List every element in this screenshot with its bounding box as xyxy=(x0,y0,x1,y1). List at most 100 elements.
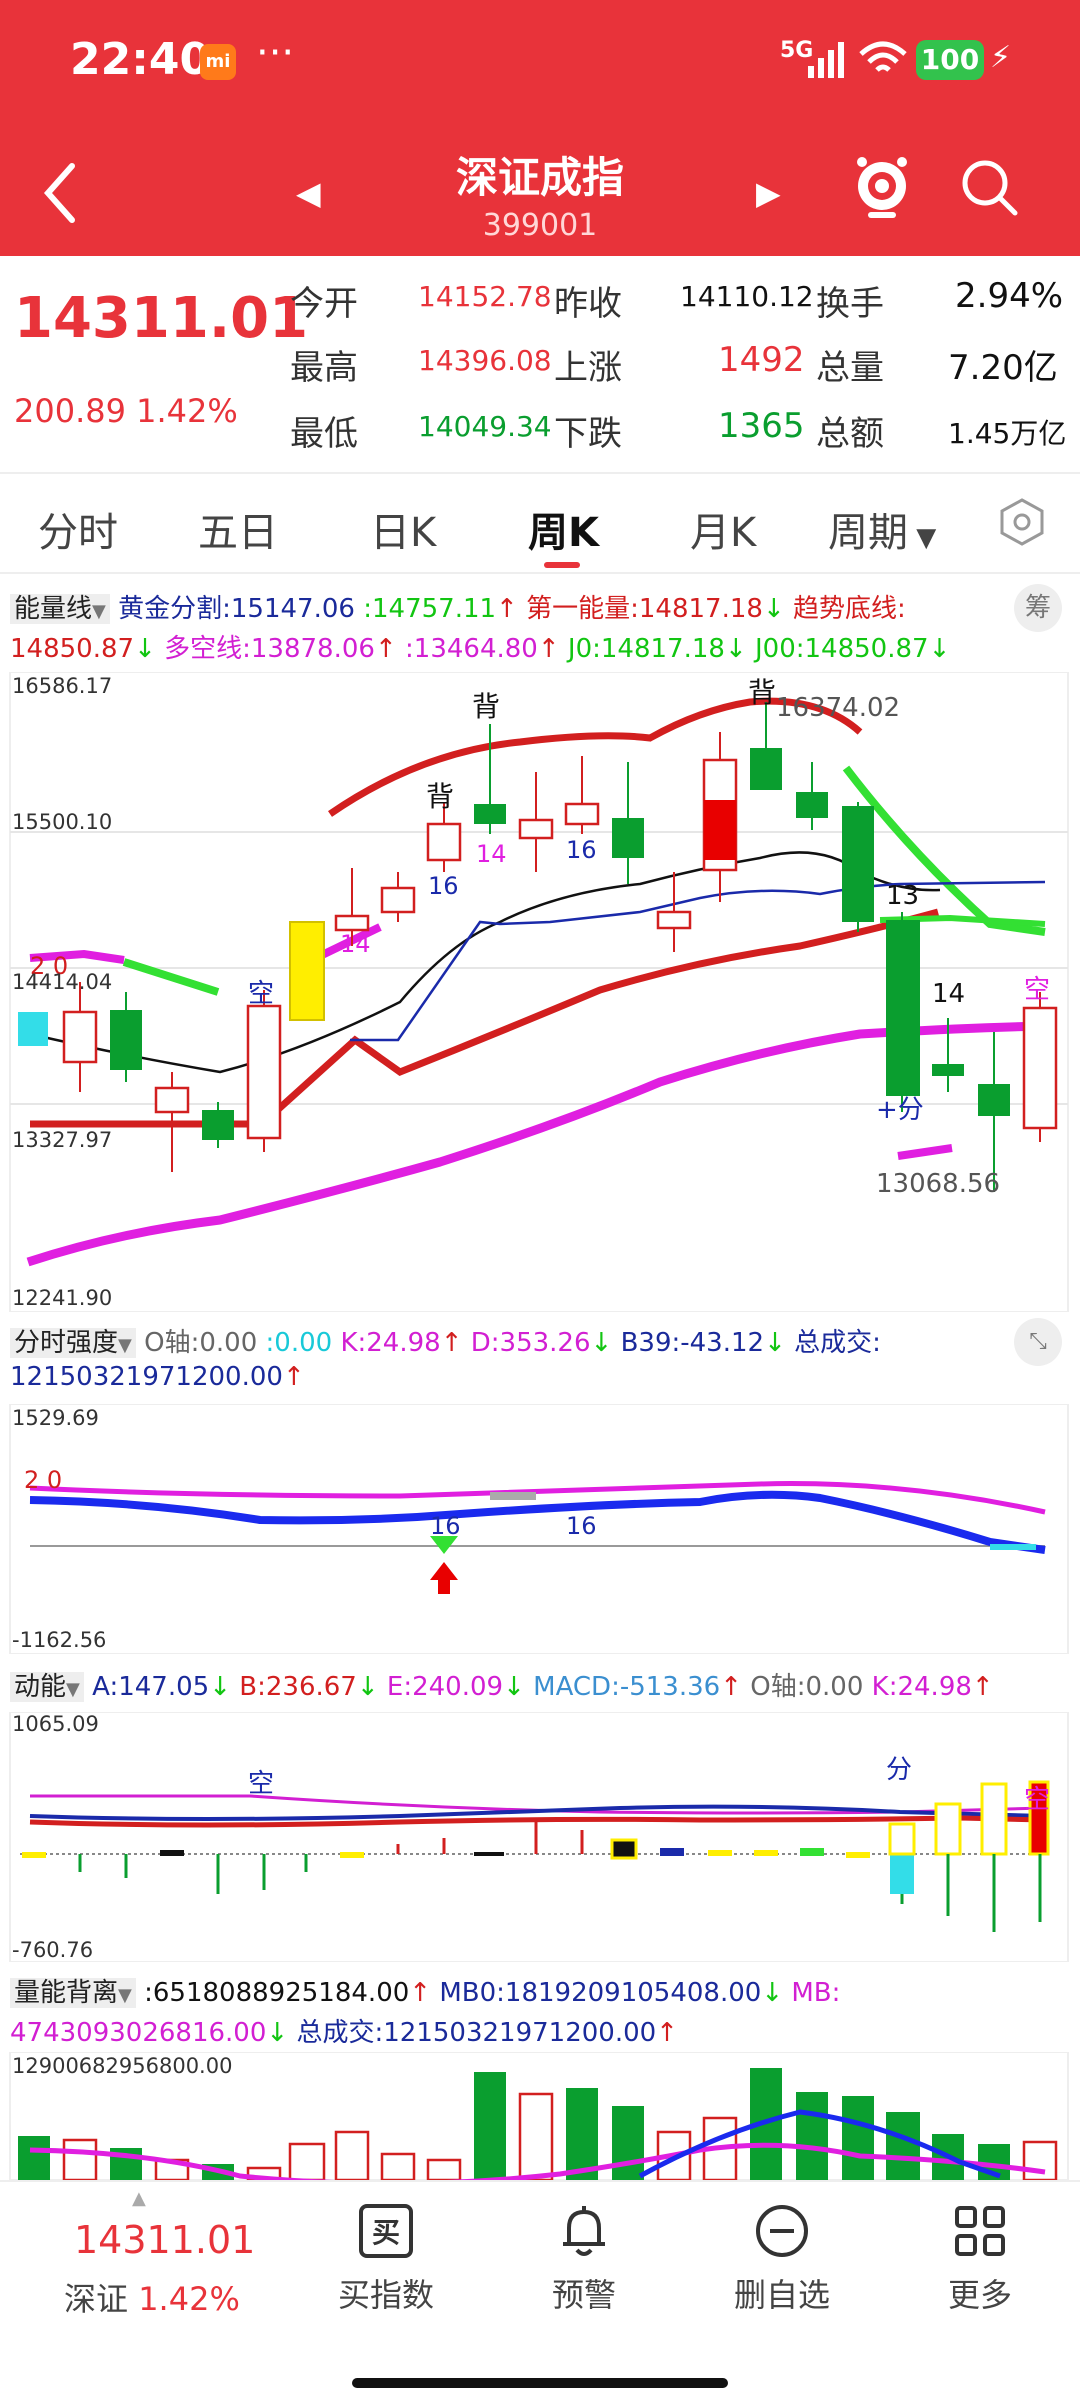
volume-divergence-selector[interactable]: 量能背离▼ xyxy=(10,1978,136,2008)
remove-watchlist-label: 删自选 xyxy=(733,2276,830,2314)
macd-bar xyxy=(754,1850,778,1856)
assistant-robot-icon[interactable] xyxy=(852,152,912,222)
volume-bar xyxy=(566,2088,598,2180)
volume-bar xyxy=(288,2142,326,2180)
strength-chart[interactable]: 16 16 2 0 xyxy=(0,1404,1080,1654)
tab-five-day[interactable]: 五日 xyxy=(198,500,278,558)
up-arrow-icon: ↑ xyxy=(971,1672,994,1702)
low-price-label: 13068.56 xyxy=(876,1169,1000,1199)
macd-bar xyxy=(846,1852,870,1858)
momentum-chart[interactable]: 空 分 空 xyxy=(0,1712,1080,1962)
total-turnover-label: 总成交: xyxy=(794,1328,881,1358)
bar-mark xyxy=(990,1544,1036,1550)
value-open: 14152.78 xyxy=(418,280,552,313)
battery-icon: 100 xyxy=(916,40,984,80)
tab-weekly-k[interactable]: 周K xyxy=(528,500,599,558)
search-icon[interactable] xyxy=(958,156,1020,218)
momentum-indicator-selector[interactable]: 动能▼ xyxy=(10,1672,84,1702)
main-indicator-selector[interactable]: 能量线▼ xyxy=(10,594,110,624)
value-high: 14396.08 xyxy=(418,344,552,377)
split-label: +分 xyxy=(876,1095,924,1125)
up-arrow-icon: ↑ xyxy=(440,1328,463,1358)
last-price: 14311.01 xyxy=(14,286,309,351)
tab-monthly-k[interactable]: 月K xyxy=(690,500,756,558)
expand-icon[interactable]: ⤡ xyxy=(1014,1318,1062,1366)
main-kline-chart[interactable]: 背 背 背 16374.02 13068.56 空 14 14 16 16 13… xyxy=(0,672,1080,1312)
label-volume: 总量 xyxy=(816,348,884,388)
candle xyxy=(1022,1006,1058,1130)
alert-button[interactable]: 预警 xyxy=(494,2202,674,2316)
chevron-down-icon: ▼ xyxy=(92,601,106,622)
macd-bars xyxy=(22,1780,1050,1932)
collapse-indicator-icon[interactable]: ▲ xyxy=(132,2188,146,2209)
home-indicator[interactable] xyxy=(352,2378,728,2388)
macd-bar xyxy=(888,1822,916,1856)
more-button[interactable]: 更多 xyxy=(890,2202,1070,2316)
axis-label: -1162.56 xyxy=(12,1628,107,1652)
signal-icon xyxy=(808,42,844,78)
more-notifications-icon: ··· xyxy=(256,30,295,76)
tab-daily-k[interactable]: 日K xyxy=(370,500,436,558)
next-stock-icon[interactable]: ▶ xyxy=(756,174,781,212)
nav-bar: ◀ 深证成指 399001 ▶ xyxy=(0,130,1080,256)
down-arrow-icon: ↓ xyxy=(762,594,785,624)
candle xyxy=(932,1064,964,1076)
a-value: A:147.05 xyxy=(92,1672,210,1702)
down-arrow-icon: ↓ xyxy=(724,634,747,664)
chevron-down-icon: ▼ xyxy=(118,1985,132,2006)
candle xyxy=(202,1110,234,1140)
count-label: 16 xyxy=(566,836,597,864)
kong-label: 空 xyxy=(248,1769,274,1799)
trend-bottom-label: 趋势底线: xyxy=(793,594,906,624)
strength-chart-frame xyxy=(9,1404,1069,1654)
label-down-count: 下跌 xyxy=(554,414,622,454)
o-axis-value: O轴:0.00 xyxy=(750,1672,864,1702)
up-arrow-icon: ↑ xyxy=(656,2018,678,2048)
bottom-price: 14311.01 xyxy=(74,2218,256,2262)
count-label: 13 xyxy=(886,881,919,911)
strength-indicator-selector[interactable]: 分时强度▼ xyxy=(10,1328,136,1358)
tab-period[interactable]: 周期 ▼ xyxy=(828,500,936,558)
long-short-line-value: 多空线:13878.06 xyxy=(164,634,375,664)
mb0-value: MB0:1819209105408.00 xyxy=(439,1978,762,2008)
divergence-label: 背 xyxy=(748,676,776,709)
down-arrow-icon: ↓ xyxy=(266,2018,289,2048)
candle xyxy=(796,792,828,818)
green-energy-segment xyxy=(122,958,220,996)
count-label: 14 xyxy=(476,840,507,868)
axis-label: 14414.04 xyxy=(12,970,113,994)
value-low: 14049.34 xyxy=(418,410,552,443)
twenty-label: 2 0 xyxy=(24,1466,62,1494)
chip-distribution-button[interactable]: 筹 xyxy=(1014,584,1062,632)
divergence-label: 背 xyxy=(472,690,500,723)
macd-bar xyxy=(610,1838,638,1860)
golden-section-value: 黄金分割:15147.06 xyxy=(118,594,355,624)
label-open: 今开 xyxy=(290,284,358,324)
chevron-down-icon: ▼ xyxy=(66,1679,80,1700)
axis-label: 13327.97 xyxy=(12,1128,113,1152)
charging-icon: ⚡ xyxy=(990,40,1012,75)
macd-bar xyxy=(660,1848,684,1856)
axis-label: 12900682956800.00 xyxy=(12,2054,233,2078)
tab-intraday[interactable]: 分时 xyxy=(38,500,118,558)
candle xyxy=(18,1012,48,1046)
down-arrow-icon: ↓ xyxy=(503,1672,525,1702)
d-value: D:353.26 xyxy=(470,1328,591,1358)
up-arrow-icon: ↑ xyxy=(409,1978,432,2008)
candle xyxy=(380,886,416,914)
macd-bar xyxy=(800,1848,824,1856)
remove-icon xyxy=(756,2205,808,2257)
candle xyxy=(886,920,920,1096)
label-turnover: 换手 xyxy=(816,284,884,324)
settings-hexagon-icon[interactable] xyxy=(996,496,1048,548)
buy-index-button[interactable]: 买 买指数 xyxy=(296,2202,476,2316)
volume-divergence-header-2: 4743093026816.00↓ 总成交:12150321971200.00↑ xyxy=(10,2012,678,2049)
label-up-count: 上涨 xyxy=(554,348,622,388)
down-arrow-icon: ↓ xyxy=(209,1672,231,1702)
candle xyxy=(704,800,736,860)
remove-watchlist-button[interactable]: 删自选 xyxy=(692,2202,872,2316)
long-short-line-segment xyxy=(897,1144,953,1160)
volume-divergence-header: 量能背离▼ :6518088925184.00↑ MB0:18192091054… xyxy=(10,1972,840,2009)
long-short-line-2-value: :13464.80 xyxy=(405,634,538,664)
strength-indicator-header: 分时强度▼ O轴:0.00 :0.00 K:24.98↑ D:353.26↓ B… xyxy=(10,1322,881,1359)
